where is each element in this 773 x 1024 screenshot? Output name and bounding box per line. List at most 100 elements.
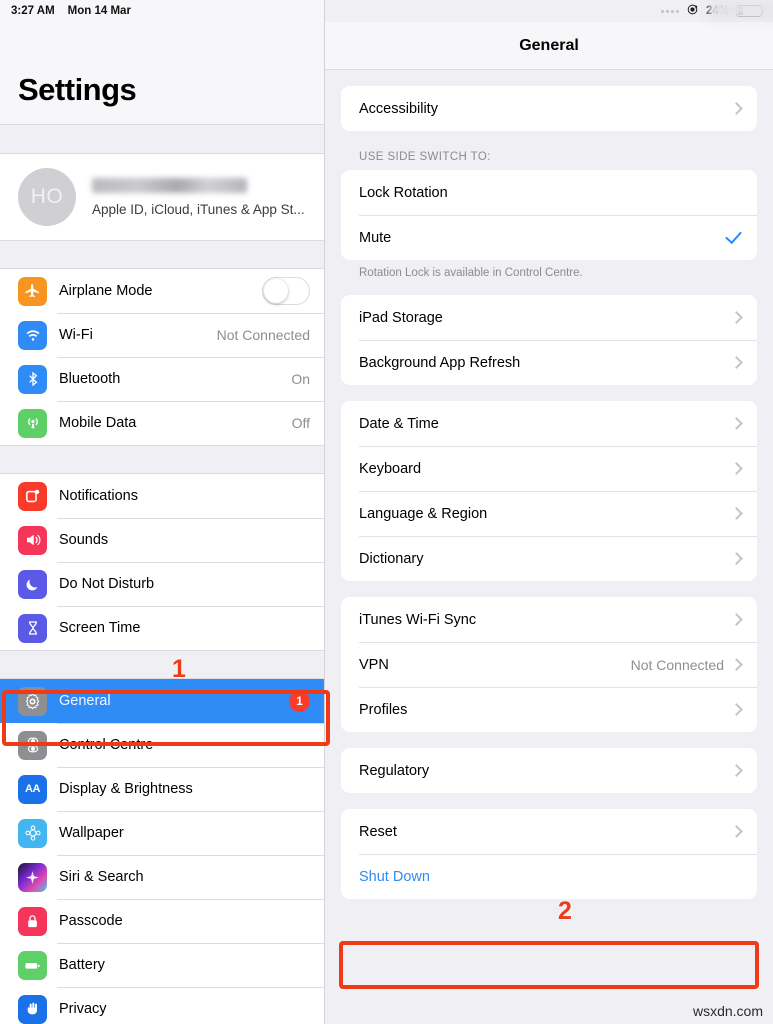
chevron-right-icon: [730, 825, 743, 838]
sidebar-item-display-brightness[interactable]: AA Display & Brightness: [0, 767, 324, 811]
sidebar-item-general[interactable]: General 1: [0, 679, 324, 723]
chevron-right-icon: [730, 462, 743, 475]
sidebar-item-notifications[interactable]: Notifications: [0, 474, 324, 518]
wifi-icon: [18, 320, 47, 350]
sidebar-item-label: Bluetooth: [59, 371, 121, 387]
detail-row-itunes-wifi-sync[interactable]: iTunes Wi-Fi Sync: [341, 597, 757, 642]
detail-row-label: Date & Time: [359, 415, 439, 432]
detail-row-ipad-storage[interactable]: iPad Storage: [341, 295, 757, 340]
detail-row-accessibility[interactable]: Accessibility: [341, 86, 757, 131]
lock-icon: [18, 906, 47, 936]
sidebar-item-label: Siri & Search: [59, 869, 144, 885]
sidebar-item-label: Battery: [59, 957, 105, 973]
airplane-icon: [18, 276, 47, 306]
checkmark-icon: [725, 226, 742, 245]
detail-title: General: [519, 36, 579, 54]
bluetooth-icon: [18, 364, 47, 394]
sidebar-item-bluetooth[interactable]: Bluetooth On: [0, 357, 324, 401]
sidebar-item-screen-time[interactable]: Screen Time: [0, 606, 324, 650]
status-time: 3:27 AM: [11, 5, 55, 17]
status-bar-left: 3:27 AM Mon 14 Mar: [0, 0, 324, 22]
chevron-right-icon: [730, 417, 743, 430]
sidebar-separator-2: [0, 445, 324, 474]
battery-icon: [18, 950, 47, 980]
sidebar-item-value: On: [291, 371, 310, 387]
detail-row-background-app-refresh[interactable]: Background App Refresh: [341, 340, 757, 385]
section-localisation: Date & Time Keyboard Language & Region D…: [341, 401, 757, 581]
section-accessibility: Accessibility: [341, 86, 757, 131]
detail-row-shut-down[interactable]: Shut Down: [341, 854, 757, 899]
detail-scroll-area[interactable]: Accessibility USE SIDE SWITCH TO: Lock R…: [325, 86, 773, 907]
chevron-right-icon: [730, 507, 743, 520]
rotation-lock-icon: [686, 3, 699, 19]
detail-row-label: Reset: [359, 823, 397, 840]
chevron-right-icon: [730, 658, 743, 671]
sidebar-item-label: Passcode: [59, 913, 123, 929]
airplane-mode-toggle[interactable]: [262, 277, 310, 305]
status-date: Mon 14 Mar: [67, 5, 131, 17]
detail-row-label: Lock Rotation: [359, 184, 448, 201]
annotation-step-2: 2: [558, 897, 572, 925]
sidebar-item-label: Display & Brightness: [59, 781, 193, 797]
hourglass-icon: [18, 613, 47, 643]
display-brightness-icon: AA: [18, 774, 47, 804]
sidebar-separator-3: [0, 650, 324, 679]
sidebar-group-connectivity: Airplane Mode Wi-Fi Not Connected Blueto…: [0, 269, 324, 445]
sidebar-item-siri-search[interactable]: Siri & Search: [0, 855, 324, 899]
control-centre-icon: [18, 730, 47, 760]
sidebar-item-passcode[interactable]: Passcode: [0, 899, 324, 943]
sounds-icon: [18, 525, 47, 555]
gear-icon: [18, 686, 47, 716]
sidebar-item-label: Wi-Fi: [59, 327, 93, 343]
detail-row-label: Accessibility: [359, 100, 438, 117]
sidebar-item-control-centre[interactable]: Control Centre: [0, 723, 324, 767]
detail-row-keyboard[interactable]: Keyboard: [341, 446, 757, 491]
detail-row-label: Profiles: [359, 701, 408, 718]
detail-row-label: Keyboard: [359, 460, 422, 477]
settings-title-container: Settings: [0, 22, 324, 124]
settings-sidebar: 3:27 AM Mon 14 Mar Settings HO Apple ID,…: [0, 0, 325, 1024]
detail-row-language-region[interactable]: Language & Region: [341, 491, 757, 536]
chevron-right-icon: [730, 356, 743, 369]
sidebar-item-label: Airplane Mode: [59, 283, 153, 299]
chevron-right-icon: [730, 613, 743, 626]
detail-row-label: Background App Refresh: [359, 354, 521, 371]
sidebar-item-sounds[interactable]: Sounds: [0, 518, 324, 562]
sidebar-item-battery[interactable]: Battery: [0, 943, 324, 987]
avatar: HO: [18, 168, 76, 226]
page-title: Settings: [18, 72, 137, 107]
detail-row-dictionary[interactable]: Dictionary: [341, 536, 757, 581]
detail-row-profiles[interactable]: Profiles: [341, 687, 757, 732]
chevron-right-icon: [730, 764, 743, 777]
profile-text: Apple ID, iCloud, iTunes & App St...: [92, 177, 305, 217]
sidebar-item-wallpaper[interactable]: Wallpaper: [0, 811, 324, 855]
status-bar-redaction: [708, 0, 773, 20]
detail-row-label: Shut Down: [359, 868, 430, 885]
detail-row-mute[interactable]: Mute: [341, 215, 757, 260]
detail-row-date-time[interactable]: Date & Time: [341, 401, 757, 446]
sidebar-item-label: Control Centre: [59, 737, 154, 753]
sidebar-item-do-not-disturb[interactable]: Do Not Disturb: [0, 562, 324, 606]
sidebar-item-value: Not Connected: [216, 327, 310, 343]
detail-row-vpn[interactable]: VPN Not Connected: [341, 642, 757, 687]
sidebar-item-mobile-data[interactable]: Mobile Data Off: [0, 401, 324, 445]
status-bar-right: 24%: [325, 0, 773, 22]
detail-row-label: Regulatory: [359, 762, 430, 779]
chevron-right-icon: [730, 102, 743, 115]
sidebar-group-system: General 1 Control Centre AA Display & Br…: [0, 679, 324, 1024]
sidebar-item-wifi[interactable]: Wi-Fi Not Connected: [0, 313, 324, 357]
detail-row-value: Not Connected: [630, 656, 724, 673]
notifications-icon: [18, 481, 47, 511]
detail-row-lock-rotation[interactable]: Lock Rotation: [341, 170, 757, 215]
apple-id-profile-row[interactable]: HO Apple ID, iCloud, iTunes & App St...: [0, 154, 324, 240]
section-storage: iPad Storage Background App Refresh: [341, 295, 757, 385]
detail-row-reset[interactable]: Reset: [341, 809, 757, 854]
section-footer-side-switch: Rotation Lock is available in Control Ce…: [359, 267, 583, 279]
detail-row-label: iPad Storage: [359, 309, 443, 326]
sidebar-item-label: Mobile Data: [59, 415, 137, 431]
detail-row-regulatory[interactable]: Regulatory: [341, 748, 757, 793]
sidebar-item-airplane-mode[interactable]: Airplane Mode: [0, 269, 324, 313]
sidebar-gap-top: [0, 124, 324, 154]
sidebar-item-privacy[interactable]: Privacy: [0, 987, 324, 1024]
sidebar-group-notifications: Notifications Sounds Do Not Disturb Scre…: [0, 474, 324, 650]
